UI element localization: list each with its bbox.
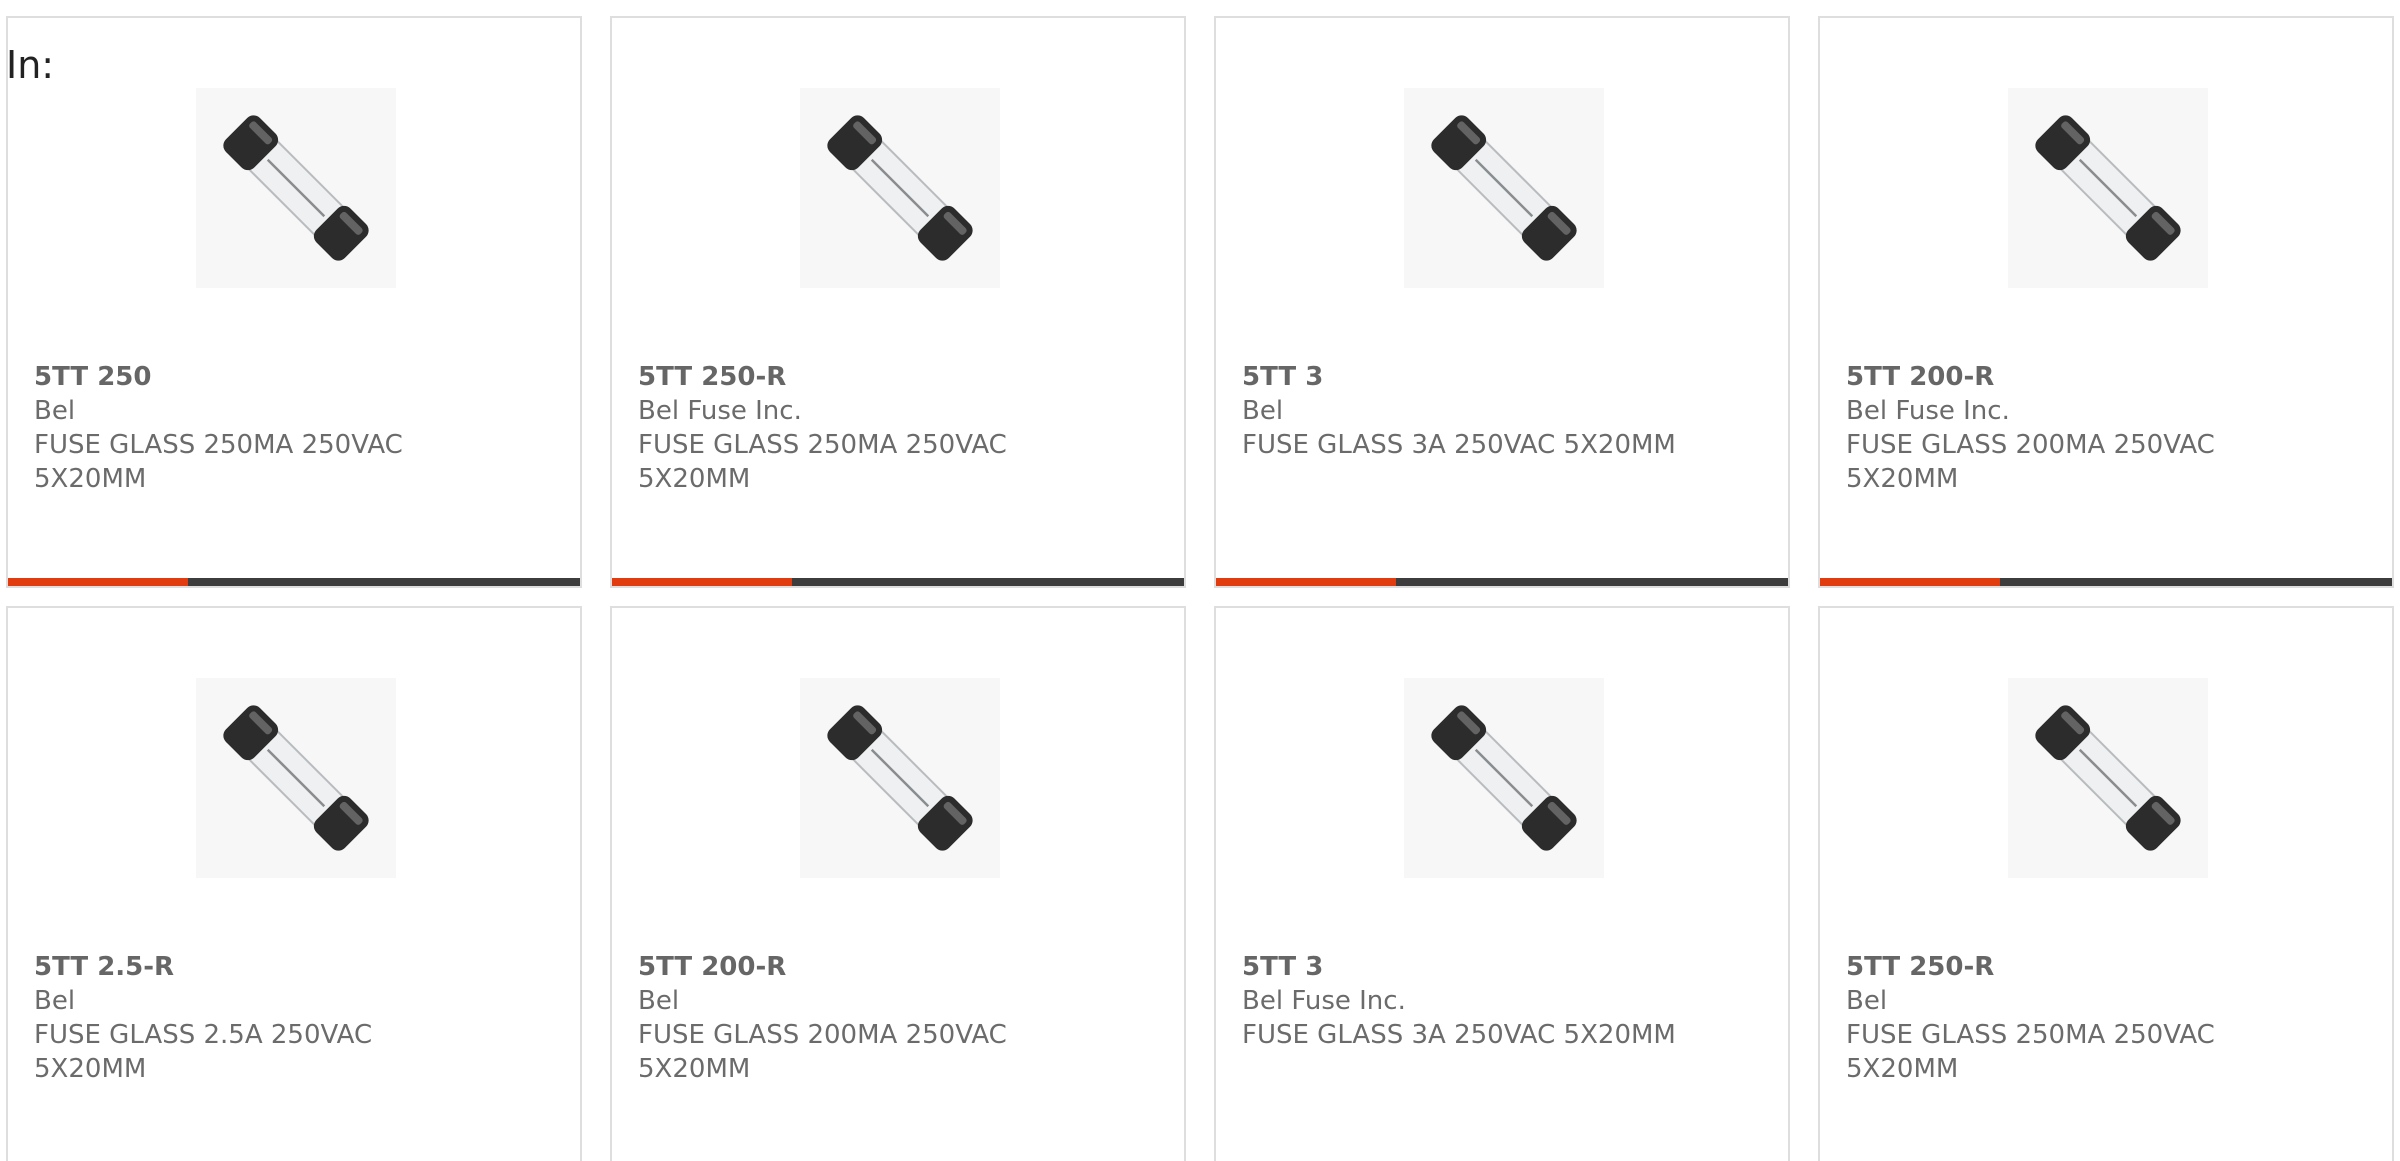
manufacturer: Bel — [1242, 396, 1284, 426]
progress-bar — [1820, 578, 2392, 586]
in-label: In: — [6, 43, 55, 87]
product-card[interactable]: 5TT 250-R Bel Fuse Inc. FUSE GLASS 250MA… — [610, 16, 1186, 588]
product-info: 5TT 3 Bel FUSE GLASS 3A 250VAC 5X20MM — [1242, 360, 1682, 462]
progress-fill — [1216, 578, 1397, 586]
progress-fill — [612, 578, 793, 586]
glass-fuse-image[interactable] — [1404, 678, 1604, 878]
part-number[interactable]: 5TT 3 — [1242, 360, 1682, 394]
product-card[interactable]: 5TT 250 Bel FUSE GLASS 250MA 250VAC 5X20… — [6, 16, 582, 588]
glass-fuse-image[interactable] — [1404, 88, 1604, 288]
description: FUSE GLASS 200MA 250VAC 5X20MM — [638, 1020, 1007, 1084]
manufacturer: Bel — [638, 986, 680, 1016]
product-info: 5TT 3 Bel Fuse Inc. FUSE GLASS 3A 250VAC… — [1242, 950, 1682, 1052]
part-number[interactable]: 5TT 250-R — [638, 360, 1078, 394]
part-number[interactable]: 5TT 250-R — [1846, 950, 2286, 984]
product-info: 5TT 200-R Bel Fuse Inc. FUSE GLASS 200MA… — [1846, 360, 2286, 496]
progress-bar — [612, 578, 1184, 586]
product-card[interactable]: 5TT 2.5-R Bel FUSE GLASS 2.5A 250VAC 5X2… — [6, 606, 582, 1161]
progress-fill — [8, 578, 189, 586]
part-number[interactable]: 5TT 200-R — [638, 950, 1078, 984]
glass-fuse-image[interactable] — [800, 678, 1000, 878]
manufacturer: Bel Fuse Inc. — [638, 396, 802, 426]
manufacturer: Bel — [1846, 986, 1888, 1016]
glass-fuse-image[interactable] — [2008, 678, 2208, 878]
description: FUSE GLASS 3A 250VAC 5X20MM — [1242, 1020, 1676, 1050]
progress-bar — [8, 578, 580, 586]
product-info: 5TT 200-R Bel FUSE GLASS 200MA 250VAC 5X… — [638, 950, 1078, 1086]
product-grid-page: In: 5TT 250 Bel FUSE GLASS 250MA 250VAC … — [0, 0, 2400, 1161]
glass-fuse-image[interactable] — [800, 88, 1000, 288]
description: FUSE GLASS 2.5A 250VAC 5X20MM — [34, 1020, 373, 1084]
glass-fuse-image[interactable] — [196, 88, 396, 288]
product-info: 5TT 250 Bel FUSE GLASS 250MA 250VAC 5X20… — [34, 360, 474, 496]
manufacturer: Bel Fuse Inc. — [1846, 396, 2010, 426]
part-number[interactable]: 5TT 3 — [1242, 950, 1682, 984]
description: FUSE GLASS 200MA 250VAC 5X20MM — [1846, 430, 2215, 494]
description: FUSE GLASS 3A 250VAC 5X20MM — [1242, 430, 1676, 460]
manufacturer: Bel — [34, 986, 76, 1016]
manufacturer: Bel Fuse Inc. — [1242, 986, 1406, 1016]
description: FUSE GLASS 250MA 250VAC 5X20MM — [1846, 1020, 2215, 1084]
product-info: 5TT 250-R Bel Fuse Inc. FUSE GLASS 250MA… — [638, 360, 1078, 496]
manufacturer: Bel — [34, 396, 76, 426]
description: FUSE GLASS 250MA 250VAC 5X20MM — [34, 430, 403, 494]
product-info: 5TT 2.5-R Bel FUSE GLASS 2.5A 250VAC 5X2… — [34, 950, 474, 1086]
progress-bar — [1216, 578, 1788, 586]
product-card[interactable]: 5TT 200-R Bel Fuse Inc. FUSE GLASS 200MA… — [1818, 16, 2394, 588]
glass-fuse-image[interactable] — [2008, 88, 2208, 288]
product-card[interactable]: 5TT 200-R Bel FUSE GLASS 200MA 250VAC 5X… — [610, 606, 1186, 1161]
product-card[interactable]: 5TT 3 Bel Fuse Inc. FUSE GLASS 3A 250VAC… — [1214, 606, 1790, 1161]
product-card[interactable]: 5TT 250-R Bel FUSE GLASS 250MA 250VAC 5X… — [1818, 606, 2394, 1161]
part-number[interactable]: 5TT 2.5-R — [34, 950, 474, 984]
part-number[interactable]: 5TT 250 — [34, 360, 474, 394]
description: FUSE GLASS 250MA 250VAC 5X20MM — [638, 430, 1007, 494]
progress-fill — [1820, 578, 2001, 586]
product-info: 5TT 250-R Bel FUSE GLASS 250MA 250VAC 5X… — [1846, 950, 2286, 1086]
glass-fuse-image[interactable] — [196, 678, 396, 878]
part-number[interactable]: 5TT 200-R — [1846, 360, 2286, 394]
product-card[interactable]: 5TT 3 Bel FUSE GLASS 3A 250VAC 5X20MM — [1214, 16, 1790, 588]
